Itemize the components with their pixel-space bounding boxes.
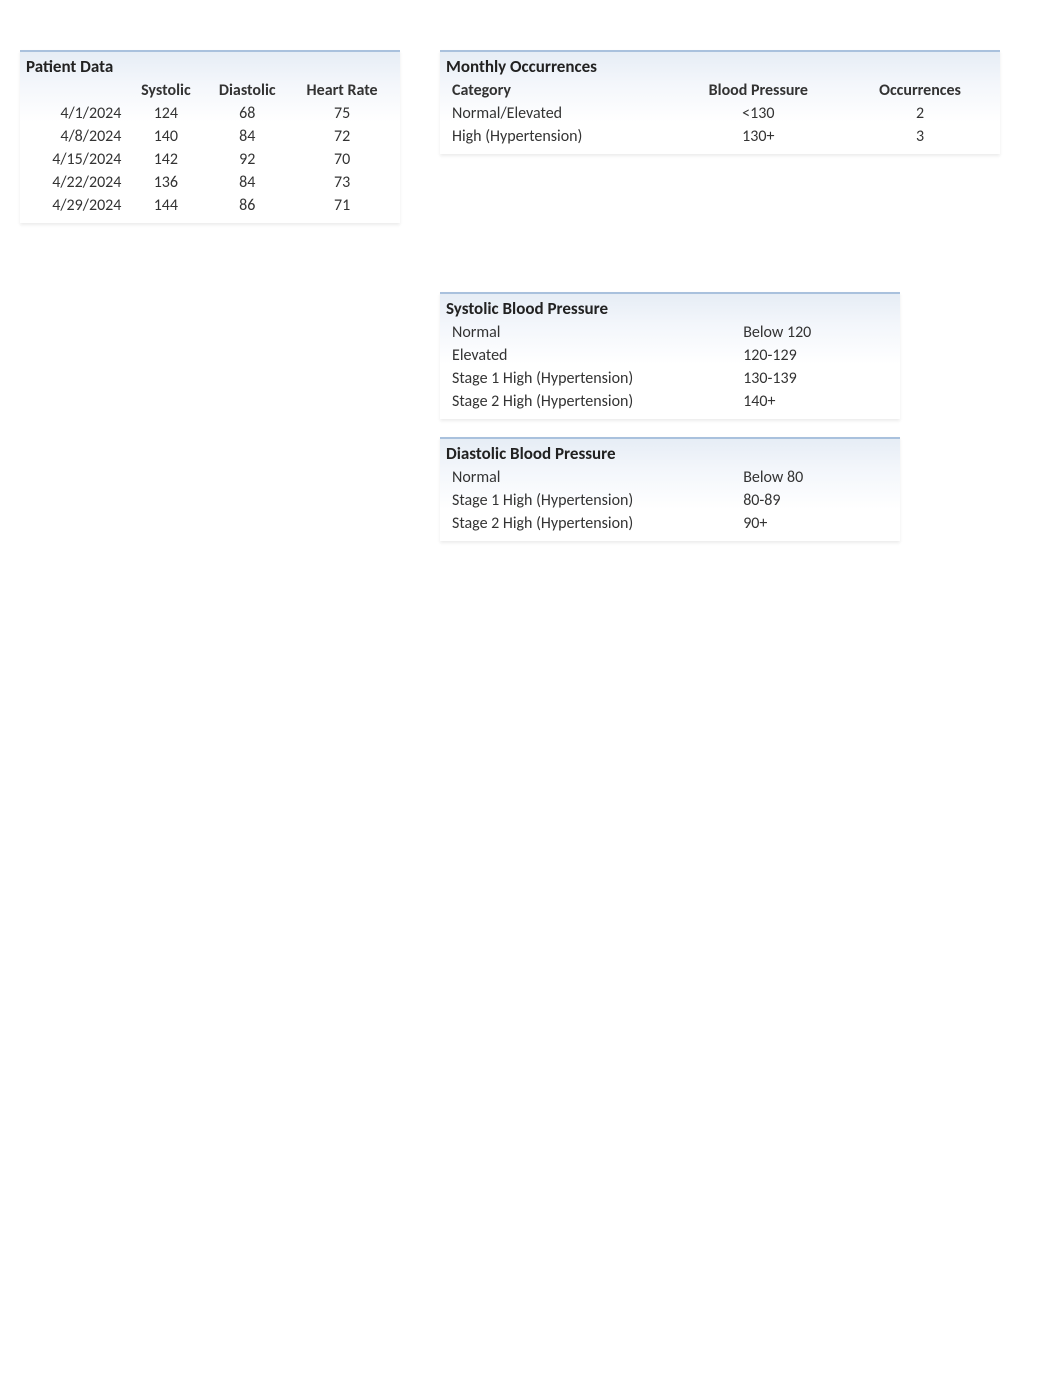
cell-bp: <130: [671, 102, 847, 125]
col-diastolic: Diastolic: [204, 79, 290, 102]
spacer: [440, 172, 1000, 292]
cell-heart-rate: 70: [290, 148, 394, 171]
cell-range: 120-129: [737, 344, 894, 367]
cell-label: Normal: [446, 466, 737, 489]
cell-heart-rate: 71: [290, 194, 394, 217]
cell-occ: 3: [846, 125, 994, 148]
col-occurrences: Occurrences: [846, 79, 994, 102]
cell-category: Normal/Elevated: [446, 102, 671, 125]
cell-heart-rate: 72: [290, 125, 394, 148]
cell-range: Below 120: [737, 321, 894, 344]
col-blood-pressure: Blood Pressure: [671, 79, 847, 102]
cell-diastolic: 84: [204, 125, 290, 148]
cell-date: 4/8/2024: [26, 125, 127, 148]
table-header-row: Systolic Diastolic Heart Rate: [26, 79, 394, 102]
cell-range: 140+: [737, 390, 894, 413]
cell-systolic: 124: [127, 102, 204, 125]
col-systolic: Systolic: [127, 79, 204, 102]
cell-systolic: 136: [127, 171, 204, 194]
col-heart-rate: Heart Rate: [290, 79, 394, 102]
table-row: Normal Below 120: [446, 321, 894, 344]
cell-systolic: 144: [127, 194, 204, 217]
table-header-row: Category Blood Pressure Occurrences: [446, 79, 994, 102]
col-right: Monthly Occurrences Category Blood Press…: [440, 50, 1000, 559]
table-row: 4/8/2024 140 84 72: [26, 125, 394, 148]
cell-label: Stage 2 High (Hypertension): [446, 512, 737, 535]
cell-date: 4/22/2024: [26, 171, 127, 194]
table-row: 4/1/2024 124 68 75: [26, 102, 394, 125]
cell-range: Below 80: [737, 466, 894, 489]
cell-label: Stage 1 High (Hypertension): [446, 489, 737, 512]
cell-date: 4/29/2024: [26, 194, 127, 217]
cell-diastolic: 84: [204, 171, 290, 194]
table-row: Normal Below 80: [446, 466, 894, 489]
cell-date: 4/15/2024: [26, 148, 127, 171]
table-row: High (Hypertension) 130+ 3: [446, 125, 994, 148]
cell-range: 90+: [737, 512, 894, 535]
cell-range: 130-139: [737, 367, 894, 390]
systolic-reference-title: Systolic Blood Pressure: [446, 298, 894, 319]
cell-occ: 2: [846, 102, 994, 125]
cell-diastolic: 86: [204, 194, 290, 217]
table-row: Elevated 120-129: [446, 344, 894, 367]
table-row: 4/29/2024 144 86 71: [26, 194, 394, 217]
cell-bp: 130+: [671, 125, 847, 148]
systolic-reference-block: Systolic Blood Pressure Normal Below 120…: [440, 292, 900, 419]
cell-label: Normal: [446, 321, 737, 344]
systolic-reference-table: Normal Below 120 Elevated 120-129 Stage …: [446, 321, 894, 413]
diastolic-reference-table: Normal Below 80 Stage 1 High (Hypertensi…: [446, 466, 894, 535]
cell-diastolic: 68: [204, 102, 290, 125]
cell-heart-rate: 75: [290, 102, 394, 125]
patient-data-title: Patient Data: [26, 56, 394, 77]
table-row: 4/15/2024 142 92 70: [26, 148, 394, 171]
cell-label: Stage 1 High (Hypertension): [446, 367, 737, 390]
col-left: Patient Data Systolic Diastolic Heart Ra…: [20, 50, 400, 241]
table-row: Stage 2 High (Hypertension) 140+: [446, 390, 894, 413]
cell-category: High (Hypertension): [446, 125, 671, 148]
col-category: Category: [446, 79, 671, 102]
cell-label: Stage 2 High (Hypertension): [446, 390, 737, 413]
monthly-occurrences-title: Monthly Occurrences: [446, 56, 994, 77]
monthly-occurrences-table: Category Blood Pressure Occurrences Norm…: [446, 79, 994, 148]
cell-date: 4/1/2024: [26, 102, 127, 125]
cell-diastolic: 92: [204, 148, 290, 171]
diastolic-reference-title: Diastolic Blood Pressure: [446, 443, 894, 464]
diastolic-reference-block: Diastolic Blood Pressure Normal Below 80…: [440, 437, 900, 541]
patient-data-table: Systolic Diastolic Heart Rate 4/1/2024 1…: [26, 79, 394, 217]
cell-range: 80-89: [737, 489, 894, 512]
table-row: Stage 1 High (Hypertension) 130-139: [446, 367, 894, 390]
cell-systolic: 142: [127, 148, 204, 171]
layout: Patient Data Systolic Diastolic Heart Ra…: [20, 50, 1042, 559]
cell-heart-rate: 73: [290, 171, 394, 194]
patient-data-block: Patient Data Systolic Diastolic Heart Ra…: [20, 50, 400, 223]
cell-systolic: 140: [127, 125, 204, 148]
table-row: Stage 2 High (Hypertension) 90+: [446, 512, 894, 535]
table-row: 4/22/2024 136 84 73: [26, 171, 394, 194]
table-row: Stage 1 High (Hypertension) 80-89: [446, 489, 894, 512]
cell-label: Elevated: [446, 344, 737, 367]
monthly-occurrences-block: Monthly Occurrences Category Blood Press…: [440, 50, 1000, 154]
col-date: [26, 79, 127, 102]
table-row: Normal/Elevated <130 2: [446, 102, 994, 125]
